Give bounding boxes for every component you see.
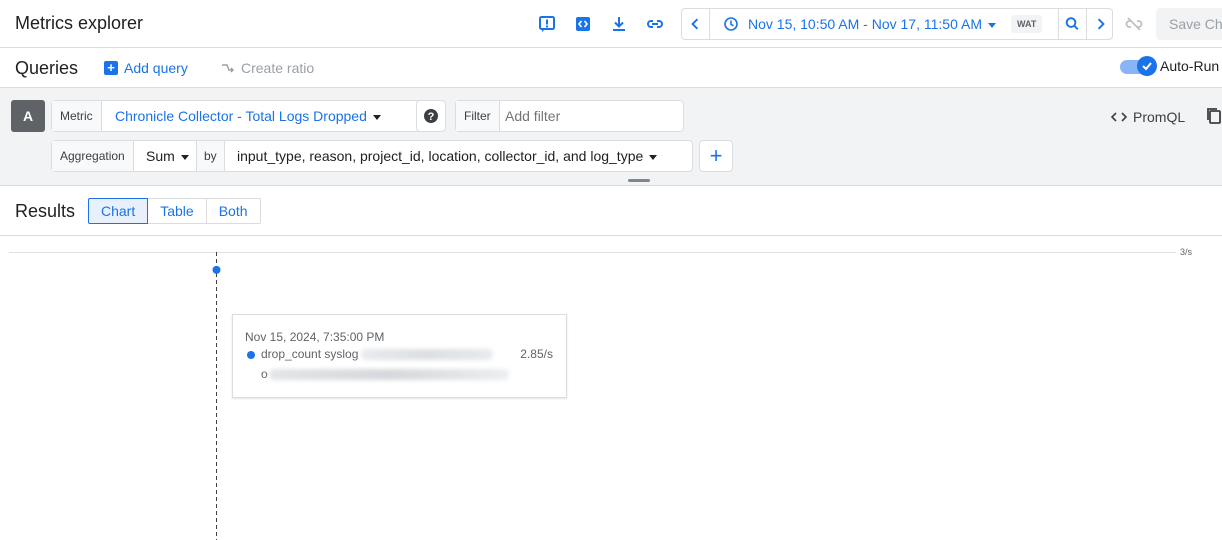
clock-icon xyxy=(724,17,738,31)
queries-title: Queries xyxy=(15,58,79,78)
chevron-left-icon[interactable] xyxy=(682,9,710,39)
feedback-icon[interactable] xyxy=(536,13,558,35)
help-button[interactable]: ? xyxy=(416,100,446,132)
link-off-icon[interactable] xyxy=(1123,13,1145,35)
metric-selector[interactable]: Metric Chronicle Collector - Total Logs … xyxy=(51,100,445,132)
download-icon[interactable] xyxy=(608,13,630,35)
view-toggle: Chart Table Both xyxy=(88,198,261,224)
aggregation-field: Aggregation Sum by input_type, reason, p… xyxy=(51,140,693,172)
code-brackets-icon xyxy=(1111,112,1127,122)
aggregation-dropdown[interactable]: Sum xyxy=(136,141,199,171)
copy-icon[interactable] xyxy=(1206,107,1222,125)
time-range-picker: Nov 15, 10:50 AM - Nov 17, 11:50 AM WAT xyxy=(681,8,1113,40)
tab-chart[interactable]: Chart xyxy=(88,198,149,224)
save-chart-button[interactable]: Save Ch xyxy=(1156,8,1222,40)
tab-table[interactable]: Table xyxy=(147,198,207,224)
resize-handle[interactable] xyxy=(628,179,650,182)
zoom-icon[interactable] xyxy=(1058,9,1086,39)
chevron-down-icon xyxy=(372,114,381,120)
tooltip-series-continuation: o xyxy=(261,367,268,381)
query-editor: A Metric Chronicle Collector - Total Log… xyxy=(0,88,1222,186)
help-icon: ? xyxy=(424,109,438,123)
link-icon[interactable] xyxy=(644,13,666,35)
promql-label: PromQL xyxy=(1133,109,1186,125)
chevron-right-icon[interactable] xyxy=(1086,9,1114,39)
query-letter-badge[interactable]: A xyxy=(11,100,45,132)
ratio-arrow-icon xyxy=(222,64,234,73)
add-aggregation-button[interactable]: + xyxy=(699,140,733,172)
filter-input[interactable] xyxy=(505,101,675,131)
plus-icon: + xyxy=(104,61,118,75)
group-by-dropdown[interactable]: input_type, reason, project_id, location… xyxy=(237,141,658,171)
autorun-toggle[interactable]: Auto-Run xyxy=(1120,56,1219,76)
top-bar: Metrics explorer Nov 15, 10:50 AM - Nov … xyxy=(0,0,1222,48)
aggregation-value: Sum xyxy=(146,148,175,164)
aggregation-label: Aggregation xyxy=(52,141,134,171)
tab-both[interactable]: Both xyxy=(205,198,261,224)
queries-bar: Queries + Add query Create ratio Auto-Ru… xyxy=(0,48,1222,88)
code-icon[interactable] xyxy=(572,13,594,35)
metric-value: Chronicle Collector - Total Logs Dropped xyxy=(115,108,367,124)
by-label: by xyxy=(196,141,225,171)
create-ratio-label: Create ratio xyxy=(241,60,315,76)
chevron-down-icon xyxy=(180,154,189,160)
metric-dropdown[interactable]: Chronicle Collector - Total Logs Dropped xyxy=(115,101,381,131)
filter-label: Filter xyxy=(456,101,500,131)
results-title: Results xyxy=(15,201,76,221)
create-ratio-button[interactable]: Create ratio xyxy=(221,60,314,76)
chevron-down-icon xyxy=(649,154,658,160)
filter-field: Filter xyxy=(455,100,684,132)
page-title: Metrics explorer xyxy=(15,13,144,33)
metric-label: Metric xyxy=(52,101,102,131)
y-tick-label: 3/s xyxy=(1180,247,1193,257)
time-range-label: Nov 15, 10:50 AM - Nov 17, 11:50 AM xyxy=(748,16,982,32)
redacted-text xyxy=(361,349,493,360)
promql-button[interactable]: PromQL xyxy=(1111,109,1185,125)
timezone-badge[interactable]: WAT xyxy=(1011,15,1043,33)
chart-tooltip: Nov 15, 2024, 7:35:00 PM drop_count sysl… xyxy=(232,314,567,398)
series-points xyxy=(212,265,221,274)
time-range-dropdown[interactable]: Nov 15, 10:50 AM - Nov 17, 11:50 AM xyxy=(748,16,996,32)
chevron-down-icon xyxy=(987,22,996,28)
tooltip-date: Nov 15, 2024, 7:35:00 PM xyxy=(245,330,385,344)
metrics-chart: 3/s xyxy=(9,247,1193,540)
check-icon xyxy=(1137,56,1157,76)
tooltip-series-label: drop_count syslog xyxy=(261,347,359,361)
toggle-switch[interactable] xyxy=(1120,56,1157,76)
add-query-label: Add query xyxy=(124,60,188,76)
group-by-value: input_type, reason, project_id, location… xyxy=(237,148,644,164)
data-point[interactable] xyxy=(212,265,221,274)
tooltip-value: 2.85/s xyxy=(520,347,553,361)
add-query-button[interactable]: + Add query xyxy=(104,60,188,76)
redacted-text xyxy=(269,369,509,380)
autorun-label: Auto-Run xyxy=(1160,58,1220,74)
svg-text:?: ? xyxy=(428,111,435,123)
results-bar: Results Chart Table Both xyxy=(0,187,1222,236)
series-color-dot xyxy=(247,351,255,359)
